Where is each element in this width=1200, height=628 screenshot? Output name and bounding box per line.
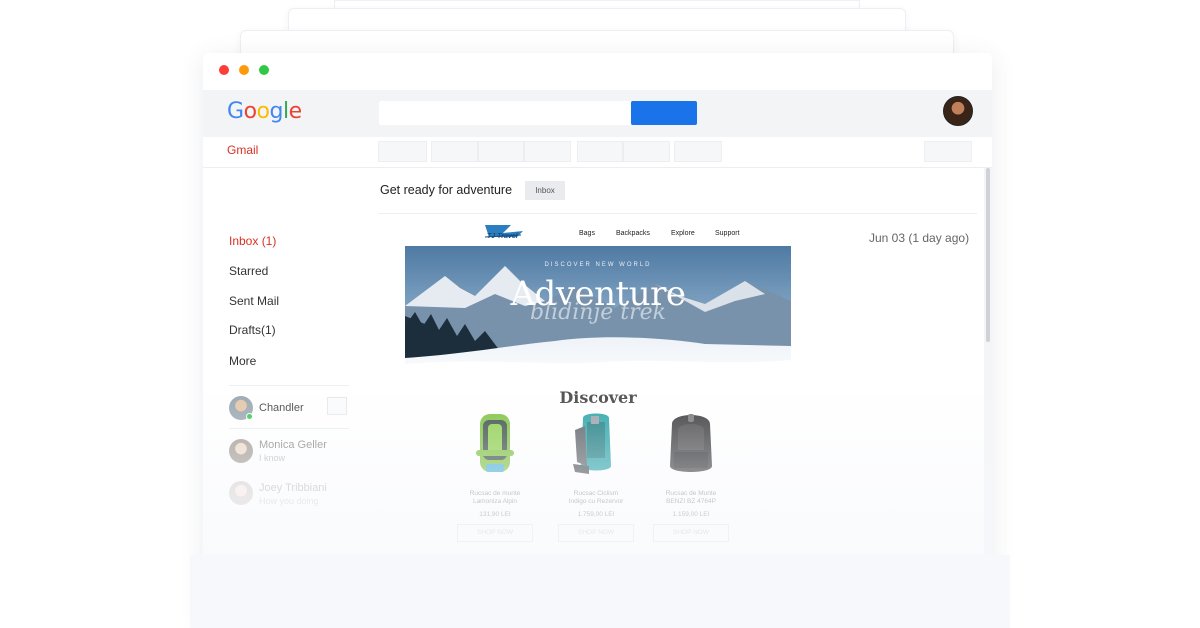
email-menu-bags[interactable]: Bags: [579, 230, 595, 237]
toolbar-button-2[interactable]: [431, 141, 478, 162]
sidebar-divider: [229, 428, 349, 429]
dark-backpack-image: [670, 414, 712, 472]
logo-letter: o: [256, 99, 270, 124]
contact-avatar-monica[interactable]: [229, 439, 253, 463]
online-status-dot: [246, 413, 253, 420]
email-menu-backpacks[interactable]: Backpacks: [616, 230, 650, 237]
shop-now-button[interactable]: SHOP NOW: [558, 524, 634, 542]
maximize-window-button[interactable]: [259, 65, 269, 75]
green-backpack-image: [476, 414, 514, 472]
product-name-line2: Indigo cu Rezervor: [568, 498, 624, 505]
toolbar-button-5[interactable]: [577, 141, 623, 162]
google-logo[interactable]: Google: [227, 99, 302, 124]
gmail-header: Google: [203, 90, 992, 137]
contact-name-monica[interactable]: Monica Geller: [259, 439, 327, 451]
brand-name: TJ Travel: [487, 233, 518, 240]
sidebar-item-inbox[interactable]: Inbox (1): [229, 234, 276, 248]
toolbar-settings-button[interactable]: [924, 141, 972, 162]
toolbar-divider: [203, 167, 992, 168]
discover-heading: Discover: [559, 388, 637, 407]
contact-status-joey: How you doing: [259, 496, 319, 506]
toolbar-button-7[interactable]: [674, 141, 722, 162]
toolbar-button-1[interactable]: [378, 141, 427, 162]
product-name-line2: BENZI BZ 4764P: [666, 498, 716, 505]
contact-name-joey[interactable]: Joey Tribbiani: [259, 482, 327, 494]
product-price: 1.159,00 LEI: [672, 511, 710, 518]
subject-divider: [379, 213, 977, 214]
toolbar-button-4[interactable]: [524, 141, 571, 162]
search-input[interactable]: [379, 101, 631, 125]
logo-letter: G: [227, 99, 244, 124]
product-card-2[interactable]: Rucsac Ciclism Indigo cu Rezervor 1.759,…: [556, 410, 636, 542]
email-menu-support[interactable]: Support: [715, 230, 740, 237]
title-bar: [203, 53, 992, 90]
shop-now-button[interactable]: SHOP NOW: [653, 524, 729, 542]
sidebar-divider: [229, 385, 349, 386]
product-price: 131,90 LEI: [479, 511, 511, 518]
contact-name-chandler[interactable]: Chandler: [259, 402, 304, 414]
account-avatar[interactable]: [943, 96, 973, 126]
product-name-line1: Rucsac de Munte: [665, 490, 717, 497]
inbox-label-tag[interactable]: Inbox: [525, 181, 565, 200]
contact-action-box[interactable]: [327, 397, 347, 415]
toolbar-button-6[interactable]: [623, 141, 670, 162]
logo-letter: e: [288, 99, 303, 124]
hero-banner[interactable]: DISCOVER NEW WORLD Adventure blidinje tr…: [405, 246, 791, 386]
shop-now-button[interactable]: SHOP NOW: [457, 524, 533, 542]
sidebar-item-drafts[interactable]: Drafts(1): [229, 323, 276, 337]
minimize-window-button[interactable]: [239, 65, 249, 75]
product-card-1[interactable]: Rucsac de munte Lamoniza Alpin 131,90 LE…: [455, 410, 535, 542]
contact-status-monica: I know: [259, 453, 286, 463]
logo-letter: g: [269, 99, 284, 124]
browser-window: Google Gmail Get ready for adventure Inb…: [203, 53, 992, 628]
toolbar-button-3[interactable]: [478, 141, 524, 162]
sidebar-item-starred[interactable]: Starred: [229, 264, 268, 278]
product-card-3[interactable]: Rucsac de Munte BENZI BZ 4764P 1.159,00 …: [651, 410, 731, 542]
message-date: Jun 03 (1 day ago): [869, 231, 970, 245]
teal-backpack-image: [573, 413, 611, 474]
sidebar-item-sent-mail[interactable]: Sent Mail: [229, 294, 279, 308]
sidebar-item-more[interactable]: More: [229, 354, 256, 368]
product-name-line2: Lamoniza Alpin: [472, 498, 518, 505]
close-window-button[interactable]: [219, 65, 229, 75]
product-price: 1.759,00 LEI: [577, 511, 615, 518]
gmail-label[interactable]: Gmail: [227, 143, 258, 157]
scrollbar-thumb[interactable]: [986, 168, 990, 342]
hero-script: blidinje trek: [530, 300, 666, 325]
logo-letter: o: [243, 99, 257, 124]
search-button[interactable]: [631, 101, 697, 125]
page-bottom-fade: [190, 555, 1010, 628]
hero-kicker: DISCOVER NEW WORLD: [544, 262, 652, 268]
product-name-line1: Rucsac Ciclism: [573, 490, 619, 497]
contact-avatar-joey[interactable]: [229, 481, 253, 505]
email-menu-explore[interactable]: Explore: [671, 230, 695, 237]
message-subject: Get ready for adventure: [380, 183, 513, 197]
product-name-line1: Rucsac de munte: [469, 490, 521, 497]
